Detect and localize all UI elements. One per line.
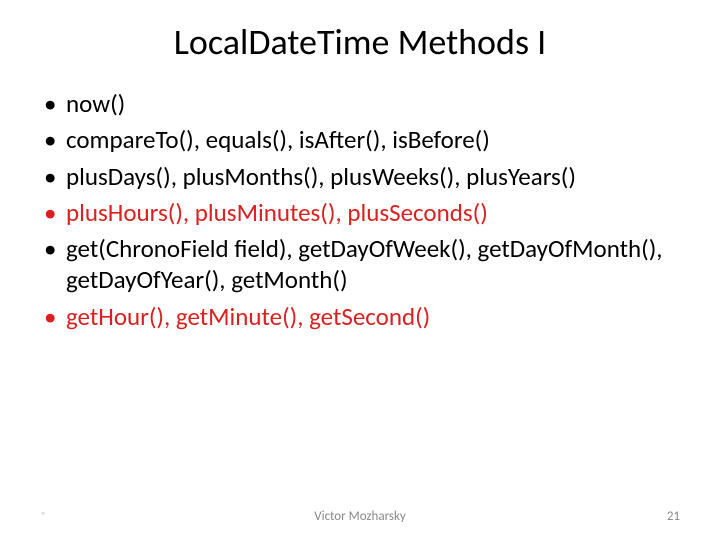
slide-title: LocalDateTime Methods I: [40, 20, 680, 64]
list-item: now(): [40, 88, 680, 119]
bullet-list: now() compareTo(), equals(), isAfter(), …: [40, 88, 680, 332]
list-item: plusDays(), plusMonths(), plusWeeks(), p…: [40, 161, 680, 192]
footer-author: Victor Mozharsky: [314, 509, 406, 524]
list-item: compareTo(), equals(), isAfter(), isBefo…: [40, 124, 680, 155]
page-number: 21: [667, 509, 680, 524]
list-item: get(ChronoField field), getDayOfWeek(), …: [40, 233, 680, 296]
slide-footer: * Victor Mozharsky 21: [0, 509, 720, 524]
list-item: plusHours(), plusMinutes(), plusSeconds(…: [40, 197, 680, 228]
footer-mark: *: [40, 510, 46, 524]
list-item: getHour(), getMinute(), getSecond(): [40, 301, 680, 332]
slide: LocalDateTime Methods I now() compareTo(…: [0, 0, 720, 540]
